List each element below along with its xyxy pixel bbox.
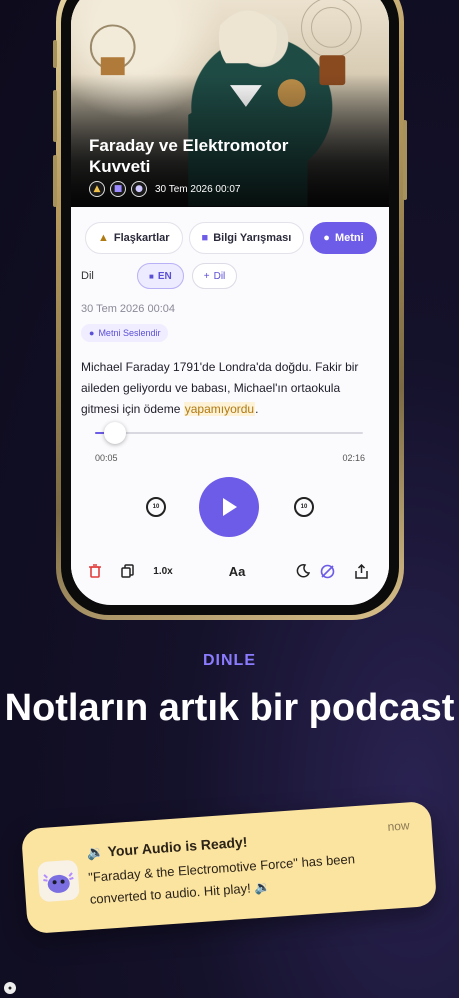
skip-back-button[interactable]: 10 [146,497,166,517]
info-icon: ● [4,982,16,994]
power-button [403,120,407,200]
visibility-toggle[interactable] [317,559,337,583]
side-button [53,40,57,68]
lesson-meta: ▲ ■ ● 30 Tem 2026 00:07 [89,181,240,197]
plus-icon: + [203,270,210,282]
flashcard-icon: ▲ [89,181,105,197]
copy-icon [120,564,134,578]
highlighted-word: yapamıyordu [183,402,256,416]
audio-player: 00:05 02:16 10 10 1.0x Aa [71,422,389,603]
trash-icon [89,564,101,578]
tab-label: Bilgi Yarışması [213,232,292,244]
uk-flag-icon: ■ [149,271,154,281]
skip-back-label: 10 [152,504,160,510]
cards-icon: ▲ [98,232,109,244]
font-size-button[interactable]: Aa [225,559,249,583]
app-screen: Faraday ve Elektromotor Kuvveti ▲ ■ ● 30… [71,0,389,605]
audio-ready-notification[interactable]: 🔉 Your Audio is Ready! "Faraday & the El… [20,800,438,935]
quiz-icon: ■ [201,232,209,244]
quiz-icon: ■ [110,181,126,197]
voice-icon: ● [131,181,147,197]
volume-down-button [53,155,57,207]
play-icon [223,498,237,516]
progress-track[interactable] [95,432,363,434]
add-language-label: Dil [213,270,226,282]
add-language-button[interactable]: + Dil [191,263,238,289]
progress-knob[interactable] [103,422,126,444]
tab-label: Flaşkartlar [113,232,170,244]
axolotl-mascot-icon [43,872,74,893]
play-button[interactable] [199,477,259,537]
phone-frame: Faraday ve Elektromotor Kuvveti ▲ ■ ● 30… [53,0,407,620]
share-button[interactable] [351,559,371,583]
notification-time: now [387,818,410,834]
lesson-title: Faraday ve Elektromotor Kuvveti [89,136,289,176]
tab-text[interactable]: ● Metni [310,222,377,254]
content-tabs: ▲ Flaşkartlar ■ Bilgi Yarışması ● Metni [85,222,377,254]
voice-icon: ● [89,328,95,338]
lesson-hero-image: Faraday ve Elektromotor Kuvveti ▲ ■ ● 30… [71,0,389,207]
language-current: EN [157,270,172,282]
dark-mode-button[interactable] [293,559,313,583]
skip-forward-button[interactable]: 10 [294,497,314,517]
delete-button[interactable] [85,559,105,583]
player-toolbar: 1.0x Aa [71,559,389,583]
read-aloud-label: Metni Seslendir [98,328,161,338]
document-text: Michael Faraday 1791'de Londra'da doğdu.… [81,357,377,420]
mascot-icon [37,859,80,903]
tab-flashcards[interactable]: ▲ Flaşkartlar [85,222,183,254]
lesson-date: 30 Tem 2026 00:07 [155,183,241,195]
language-label: Dil [81,270,94,282]
volume-up-button [53,90,57,142]
share-icon [354,563,368,579]
tab-quiz[interactable]: ■ Bilgi Yarışması [188,222,305,254]
copy-button[interactable] [117,559,137,583]
document-date: 30 Tem 2026 00:04 [81,303,175,315]
language-row: Dil ■ EN + Dil [81,263,238,289]
read-aloud-badge[interactable]: ● Metni Seslendir [81,324,169,342]
moon-icon [296,564,310,578]
language-en-button[interactable]: ■ EN [137,263,184,289]
total-time: 02:16 [342,453,365,463]
speed-button[interactable]: 1.0x [149,559,177,583]
tab-label: Metni [334,232,364,244]
section-subheading: DINLE [203,652,256,669]
text-segment: . [255,402,259,416]
voice-icon: ● [323,232,330,244]
skip-forward-label: 10 [300,504,308,510]
marketing-headline: Notların artık bir podcast [4,687,455,729]
elapsed-time: 00:05 [95,453,118,463]
eye-off-icon [320,564,334,578]
